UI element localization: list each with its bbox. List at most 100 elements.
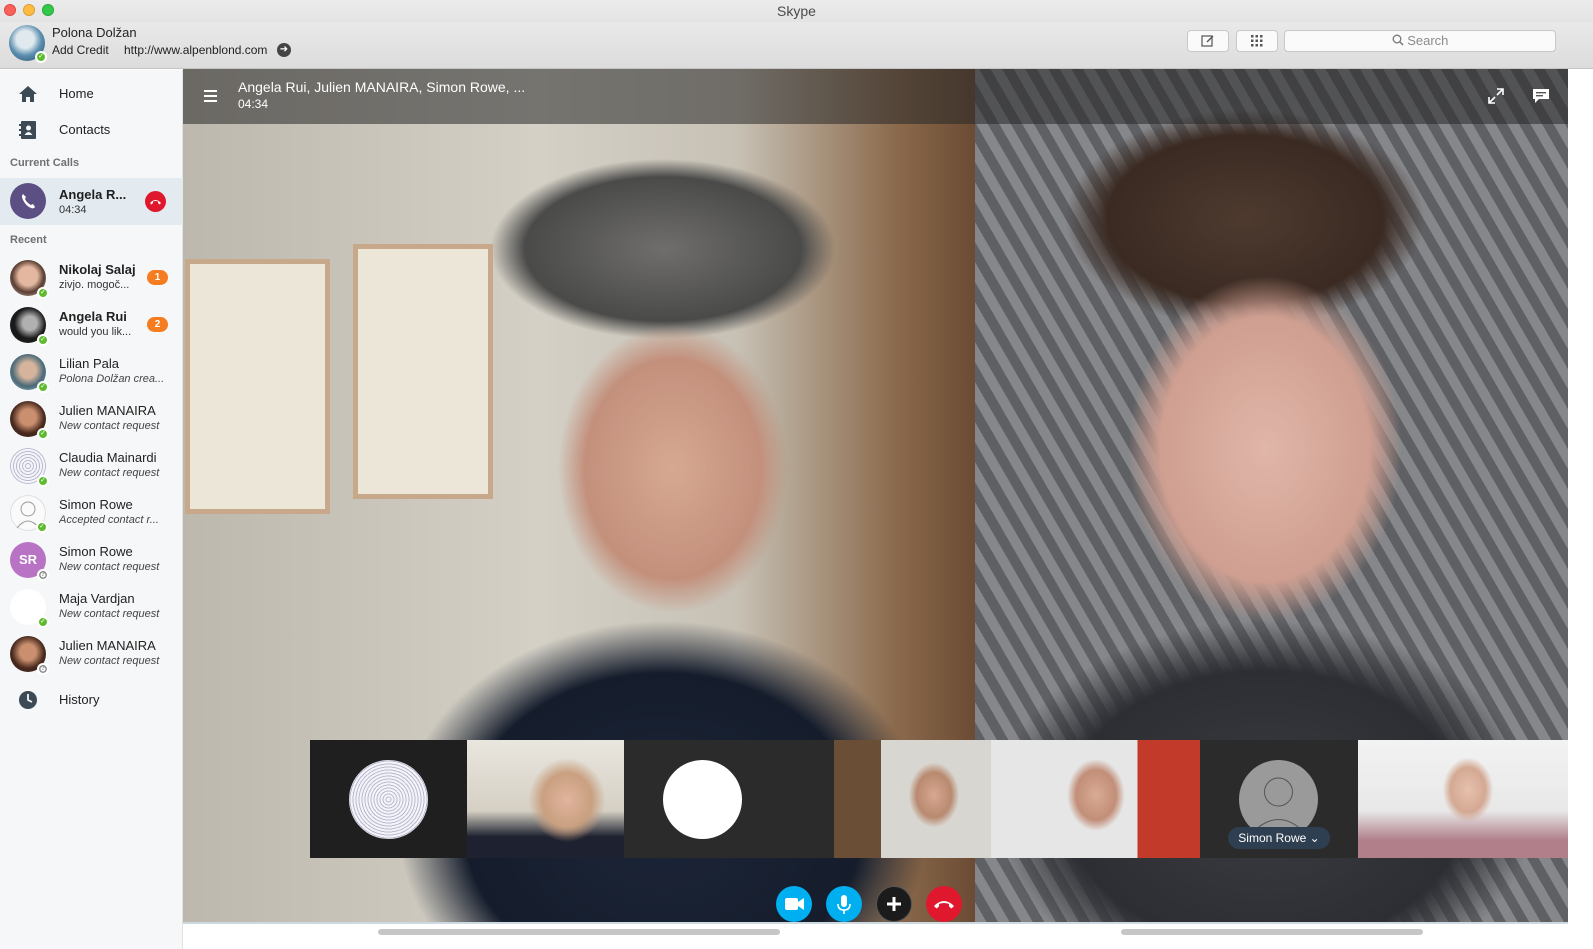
sidebar: Home Contacts Current Calls Angela R... … [0, 70, 183, 949]
contact-status: Accepted contact r... [59, 514, 159, 526]
horizontal-scrollbar[interactable] [1121, 929, 1423, 935]
contacts-icon [19, 121, 36, 139]
participant-name: Simon Rowe [1238, 831, 1307, 845]
participant-thumbnail[interactable] [991, 740, 1200, 858]
dialpad-icon [1251, 35, 1263, 47]
recent-contact-item[interactable]: ✓ Lilian Pala Polona Dolžan crea... [0, 349, 183, 396]
microphone-icon [837, 895, 851, 914]
avatar: ✓ [10, 354, 49, 393]
participant-name-label[interactable]: Simon Rowe ⌄ [1228, 827, 1330, 849]
plus-icon [887, 897, 901, 911]
wall-picture [185, 259, 330, 514]
header-toolbar: ✓ Polona Dolžan Add Credit http://www.al… [0, 22, 1593, 69]
mood-message-link[interactable]: http://www.alpenblond.com [124, 43, 267, 57]
avatar: ✓ [10, 260, 49, 299]
clock-icon [19, 691, 37, 709]
contact-name: Claudia Mainardi [59, 450, 157, 465]
participant-thumbnail[interactable] [467, 740, 624, 858]
minimize-window-button[interactable] [23, 4, 35, 16]
participant-thumbnail[interactable] [834, 740, 991, 858]
recent-contact-item[interactable]: ✓ Nikolaj Salaj zivjo. mogoč... 1 [0, 255, 183, 302]
call-stage: Angela Rui, Julien MANAIRA, Simon Rowe, … [183, 69, 1568, 922]
home-icon [19, 86, 37, 102]
online-status-icon: ✓ [37, 381, 49, 393]
contact-name: Lilian Pala [59, 356, 119, 371]
add-credit-link[interactable]: Add Credit [52, 43, 109, 57]
contact-name: Maja Vardjan [59, 591, 135, 606]
search-input[interactable]: Search [1284, 30, 1556, 52]
end-call-button[interactable] [926, 886, 962, 922]
contact-name: Nikolaj Salaj [59, 262, 136, 277]
hang-up-button[interactable] [145, 191, 166, 212]
recent-contact-item[interactable]: ✓ Simon Rowe Accepted contact r... [0, 490, 183, 537]
phone-icon [10, 183, 46, 219]
arrow-right-icon[interactable]: ➜ [277, 43, 291, 57]
online-status-icon: ✓ [36, 521, 48, 533]
current-call-duration: 04:34 [59, 204, 87, 216]
hang-up-icon [934, 901, 954, 909]
participant-thumbnail[interactable] [310, 740, 467, 858]
online-status-icon: ✓ [37, 428, 49, 440]
avatar: ✓ [10, 589, 49, 628]
recent-contact-item[interactable]: SR ? Simon Rowe New contact request [0, 537, 183, 584]
hang-up-icon [150, 200, 161, 205]
sidebar-item-label: History [59, 692, 100, 707]
recent-contact-item[interactable]: ✓ Claudia Mainardi New contact request [0, 443, 183, 490]
avatar: SR ? [10, 542, 49, 581]
pending-status-icon: ? [37, 663, 49, 675]
contact-status: New contact request [59, 561, 160, 573]
contact-status: New contact request [59, 467, 160, 479]
participant-thumbnail[interactable] [624, 740, 781, 858]
close-window-button[interactable] [4, 4, 16, 16]
current-call-item[interactable]: Angela R... 04:34 [0, 178, 183, 225]
wall-picture [353, 244, 493, 499]
call-duration: 04:34 [238, 97, 269, 111]
sidebar-item-home[interactable]: Home [0, 78, 183, 110]
sidebar-item-contacts[interactable]: Contacts [0, 114, 183, 146]
call-participants-title: Angela Rui, Julien MANAIRA, Simon Rowe, … [238, 79, 526, 95]
online-status-icon: ✓ [37, 287, 49, 299]
compose-icon [1201, 35, 1214, 47]
menu-icon[interactable] [204, 90, 217, 102]
participant-thumbnails: Simon Rowe ⌄ [310, 740, 1568, 858]
horizontal-scrollbar[interactable] [378, 929, 780, 935]
new-conversation-button[interactable] [1187, 30, 1229, 52]
recent-contact-item[interactable]: ✓ Julien MANAIRA New contact request [0, 396, 183, 443]
contact-status: New contact request [59, 655, 160, 667]
contact-name: Julien MANAIRA [59, 403, 156, 418]
unread-badge: 2 [147, 317, 168, 332]
profile-name[interactable]: Polona Dolžan [52, 25, 137, 40]
call-header: Angela Rui, Julien MANAIRA, Simon Rowe, … [183, 69, 1568, 124]
contact-status: New contact request [59, 608, 160, 620]
avatar: ✓ [10, 401, 49, 440]
online-status-icon: ✓ [37, 616, 49, 628]
online-status-icon: ✓ [37, 334, 49, 346]
pending-status-icon: ? [37, 569, 49, 581]
sidebar-item-history[interactable]: History [0, 684, 183, 716]
sidebar-item-label: Contacts [59, 122, 111, 137]
recent-contact-item[interactable]: ✓ Angela Rui would you lik... 2 [0, 302, 183, 349]
fullscreen-icon[interactable] [1487, 87, 1505, 105]
dialpad-button[interactable] [1236, 30, 1278, 52]
avatar: ? [10, 636, 49, 675]
video-toggle-button[interactable] [776, 886, 812, 922]
participant-thumbnail[interactable] [1358, 740, 1568, 858]
recent-contact-item[interactable]: ✓ Maja Vardjan New contact request [0, 584, 183, 631]
contact-name: Simon Rowe [59, 544, 133, 559]
window-gutter [1568, 69, 1593, 949]
chevron-down-icon: ⌄ [1309, 831, 1320, 845]
avatar [663, 760, 742, 839]
mute-button[interactable] [826, 886, 862, 922]
avatar [349, 760, 428, 839]
profile-avatar[interactable]: ✓ [9, 25, 47, 63]
avatar: ✓ [10, 448, 49, 487]
contact-name: Angela Rui [59, 309, 127, 324]
zoom-window-button[interactable] [42, 4, 54, 16]
search-icon [1392, 34, 1404, 46]
avatar: ✓ [10, 495, 48, 533]
recent-heading: Recent [10, 234, 47, 246]
recent-contact-item[interactable]: ? Julien MANAIRA New contact request [0, 631, 183, 678]
chat-icon[interactable] [1531, 87, 1551, 105]
participant-thumbnail[interactable]: Simon Rowe ⌄ [1200, 740, 1357, 858]
add-participant-button[interactable] [876, 886, 912, 922]
